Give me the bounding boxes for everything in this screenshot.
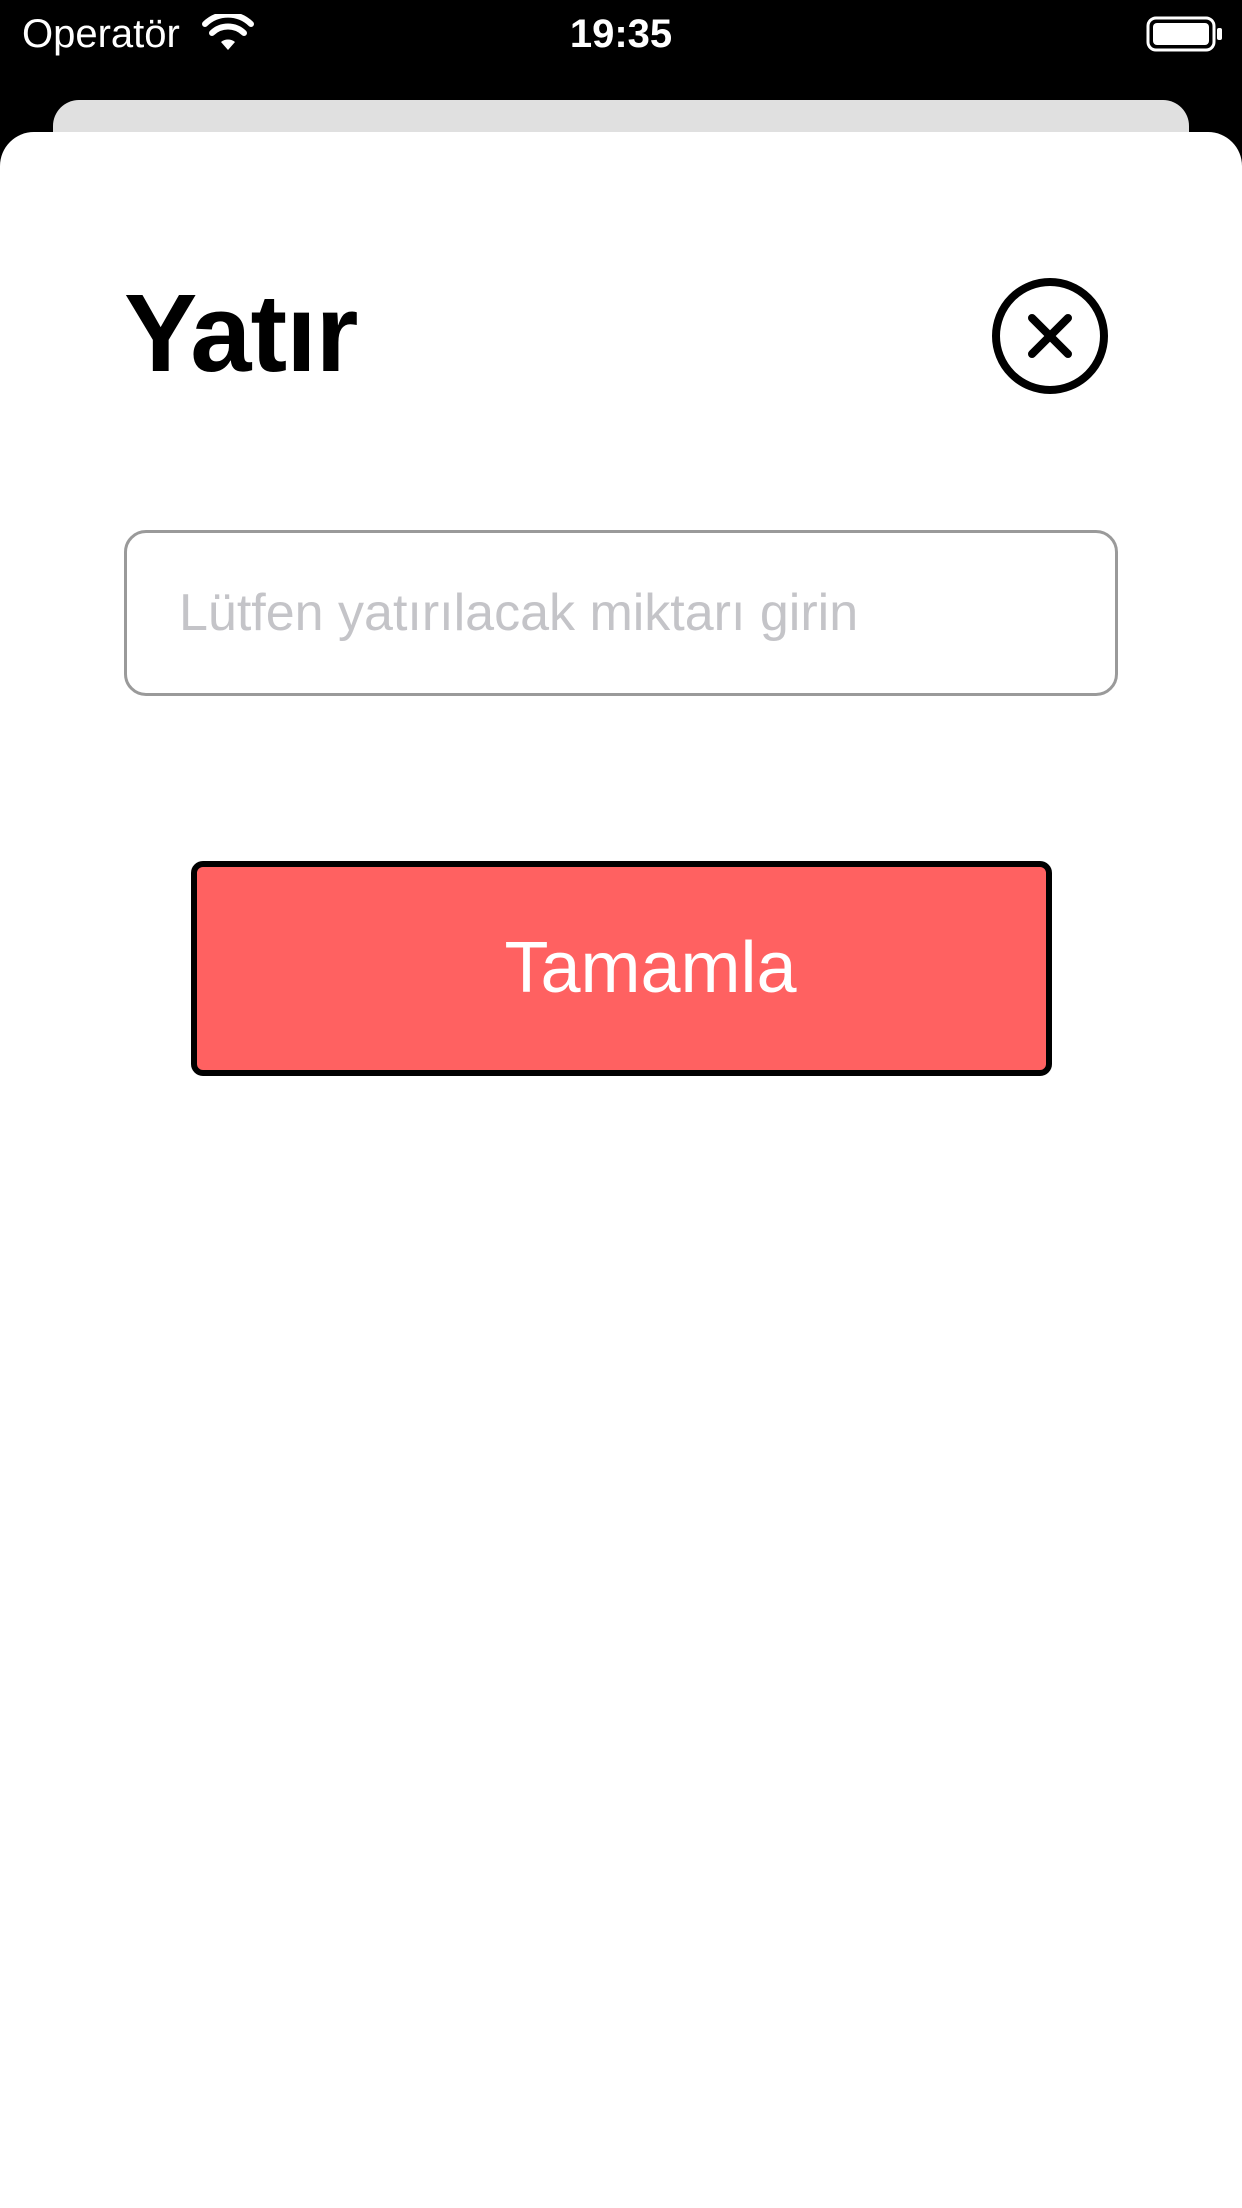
page-title: Yatır (124, 272, 358, 395)
screen: Operatör 19:35 Yatır Tamamla (0, 0, 1242, 2208)
close-circle-icon[interactable] (990, 276, 1110, 396)
complete-button[interactable]: Tamamla (191, 861, 1052, 1076)
status-bar: Operatör 19:35 (0, 0, 1242, 66)
battery-full-icon (1146, 16, 1222, 52)
amount-input[interactable] (124, 530, 1118, 696)
deposit-sheet: Yatır Tamamla (0, 132, 1242, 2208)
status-time: 19:35 (569, 12, 673, 56)
complete-button-label: Tamamla (504, 928, 797, 1008)
